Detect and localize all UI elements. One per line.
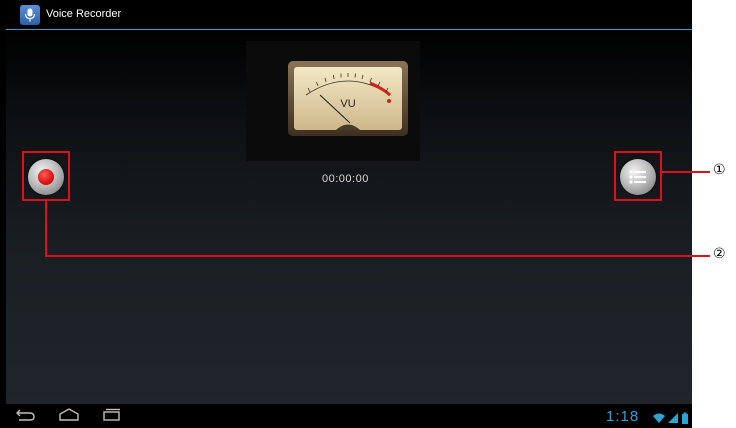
vu-meter: VU: [288, 61, 408, 136]
system-navigation-bar: 1:18: [6, 404, 692, 428]
action-bar: Voice Recorder: [6, 0, 692, 30]
wifi-icon: [653, 413, 665, 423]
list-callout-line: [662, 171, 710, 173]
status-clock: 1:18: [606, 408, 640, 425]
vu-label: VU: [340, 98, 355, 110]
list-highlight-box: [614, 151, 662, 201]
elapsed-time: 00:00:00: [322, 173, 369, 185]
signal-icon: [668, 413, 678, 423]
recent-apps-icon[interactable]: [102, 408, 122, 422]
vu-meter-panel: VU: [246, 41, 420, 161]
home-icon[interactable]: [58, 408, 80, 422]
record-callout-line: [45, 201, 47, 257]
recorder-content: VU 00:00:00: [6, 31, 692, 404]
microphone-icon: [20, 5, 40, 25]
app-title: Voice Recorder: [46, 8, 122, 20]
list-callout-marker: ①: [713, 162, 726, 178]
status-icons: [652, 411, 692, 428]
record-callout-line-horizontal: [45, 255, 710, 257]
device-screen: Voice Recorder VU 00:00:00 1:18: [0, 0, 692, 428]
back-icon[interactable]: [14, 408, 36, 422]
record-callout-marker: ②: [713, 246, 726, 262]
record-highlight-box: [22, 151, 70, 201]
battery-icon: [682, 412, 688, 424]
